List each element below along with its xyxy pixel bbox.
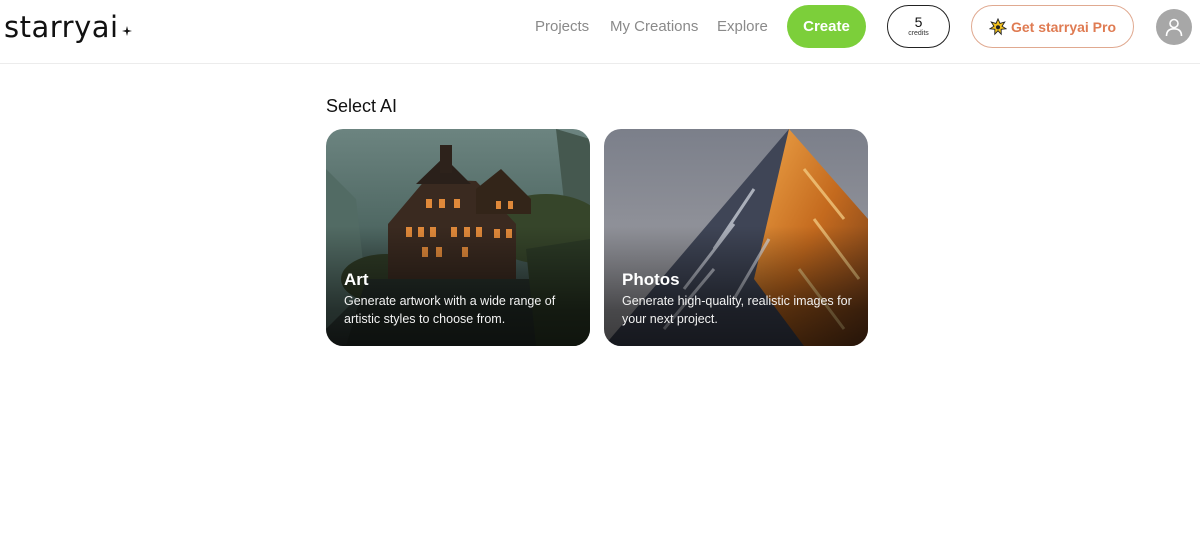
credits-badge[interactable]: 5 credits: [887, 5, 950, 48]
nav-projects-link[interactable]: Projects: [535, 18, 589, 35]
credits-label: credits: [908, 30, 929, 37]
starryai-logo[interactable]: starryai: [4, 10, 132, 44]
create-button[interactable]: Create: [787, 5, 866, 48]
get-pro-button[interactable]: Get starryai Pro: [971, 5, 1134, 48]
select-ai-heading: Select AI: [326, 96, 398, 116]
user-avatar-icon: [1165, 18, 1183, 37]
sparkle-star-icon: [121, 26, 132, 36]
art-card-title: Art: [344, 270, 369, 289]
photos-ai-card[interactable]: Photos Generate high-quality, realistic …: [604, 129, 868, 346]
credits-count: 5: [914, 14, 923, 30]
logo-text: starryai: [4, 10, 119, 44]
user-avatar[interactable]: [1156, 9, 1192, 45]
nav-explore-link[interactable]: Explore: [717, 18, 768, 35]
nav-my-creations-link[interactable]: My Creations: [610, 18, 698, 35]
get-pro-label: Get starryai Pro: [1010, 18, 1117, 35]
art-ai-card[interactable]: Art Generate artwork with a wide range o…: [326, 129, 590, 346]
pro-badge-icon: [988, 17, 1007, 35]
photos-card-title: Photos: [622, 270, 680, 289]
art-card-description: Generate artwork with a wide range of ar…: [344, 294, 556, 326]
photos-card-description: Generate high-quality, realistic images …: [622, 294, 852, 326]
top-nav-bar: starryai Projects My Creations Explore C…: [0, 0, 1200, 64]
